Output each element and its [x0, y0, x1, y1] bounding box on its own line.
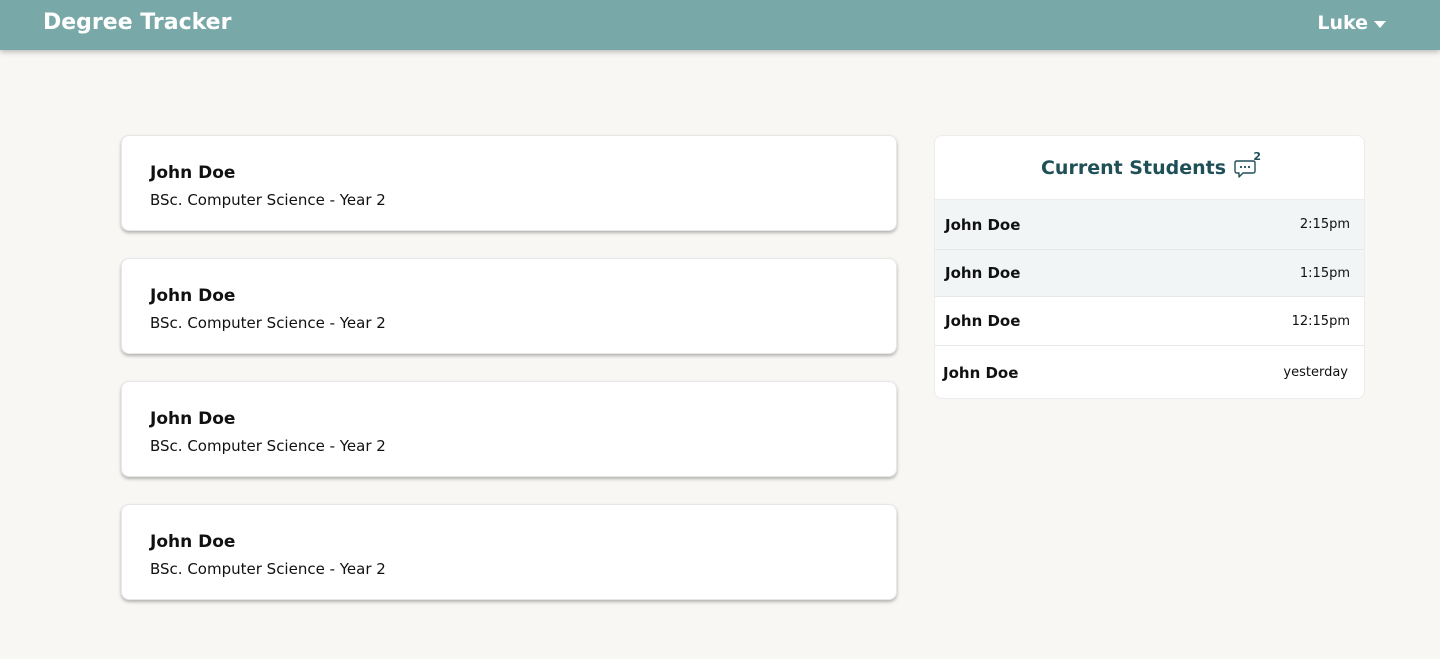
row-timestamp: 1:15pm	[1299, 265, 1350, 281]
student-name: John Doe	[150, 286, 236, 306]
student-row[interactable]: John Doe 1:15pm	[935, 250, 1364, 297]
row-timestamp: 2:15pm	[1299, 217, 1350, 232]
student-name: John Doe	[150, 163, 236, 183]
student-program: BSc. Computer Science - Year 2	[150, 560, 386, 578]
student-program: BSc. Computer Science - Year 2	[150, 314, 386, 332]
row-timestamp: 12:15pm	[1291, 313, 1350, 329]
student-card[interactable]: John Doe BSc. Computer Science - Year 2	[121, 504, 897, 600]
student-program: BSc. Computer Science - Year 2	[150, 437, 386, 455]
chat-icon[interactable]: 2	[1234, 150, 1261, 179]
student-card[interactable]: John Doe BSc. Computer Science - Year 2	[121, 135, 897, 231]
current-students-panel: Current Students 2 John Doe 2:15pm John …	[934, 135, 1365, 399]
student-name: John Doe	[150, 409, 236, 429]
row-student-name: John Doe	[945, 215, 1021, 234]
row-student-name: John Doe	[945, 312, 1021, 330]
panel-header: Current Students 2	[935, 136, 1364, 200]
row-student-name: John Doe	[943, 363, 1019, 382]
row-student-name: John Doe	[945, 264, 1021, 282]
student-card[interactable]: John Doe BSc. Computer Science - Year 2	[121, 381, 897, 477]
student-card[interactable]: John Doe BSc. Computer Science - Year 2	[121, 258, 897, 354]
unread-count-badge: 2	[1253, 149, 1262, 163]
student-program: BSc. Computer Science - Year 2	[150, 191, 386, 209]
student-row[interactable]: John Doe 12:15pm	[935, 297, 1364, 346]
user-menu[interactable]: Luke	[1317, 12, 1386, 34]
app-title[interactable]: Degree Tracker	[43, 10, 231, 35]
user-name: Luke	[1317, 12, 1368, 34]
student-card-list: John Doe BSc. Computer Science - Year 2 …	[121, 135, 897, 627]
row-timestamp: yesterday	[1283, 365, 1348, 380]
panel-title: Current Students	[1040, 156, 1227, 179]
student-row[interactable]: John Doe 2:15pm	[935, 200, 1364, 250]
student-name: John Doe	[150, 532, 236, 552]
top-navbar: Degree Tracker Luke	[0, 0, 1440, 50]
chevron-down-icon	[1374, 20, 1386, 28]
student-row[interactable]: John Doe yesterday	[935, 346, 1364, 398]
